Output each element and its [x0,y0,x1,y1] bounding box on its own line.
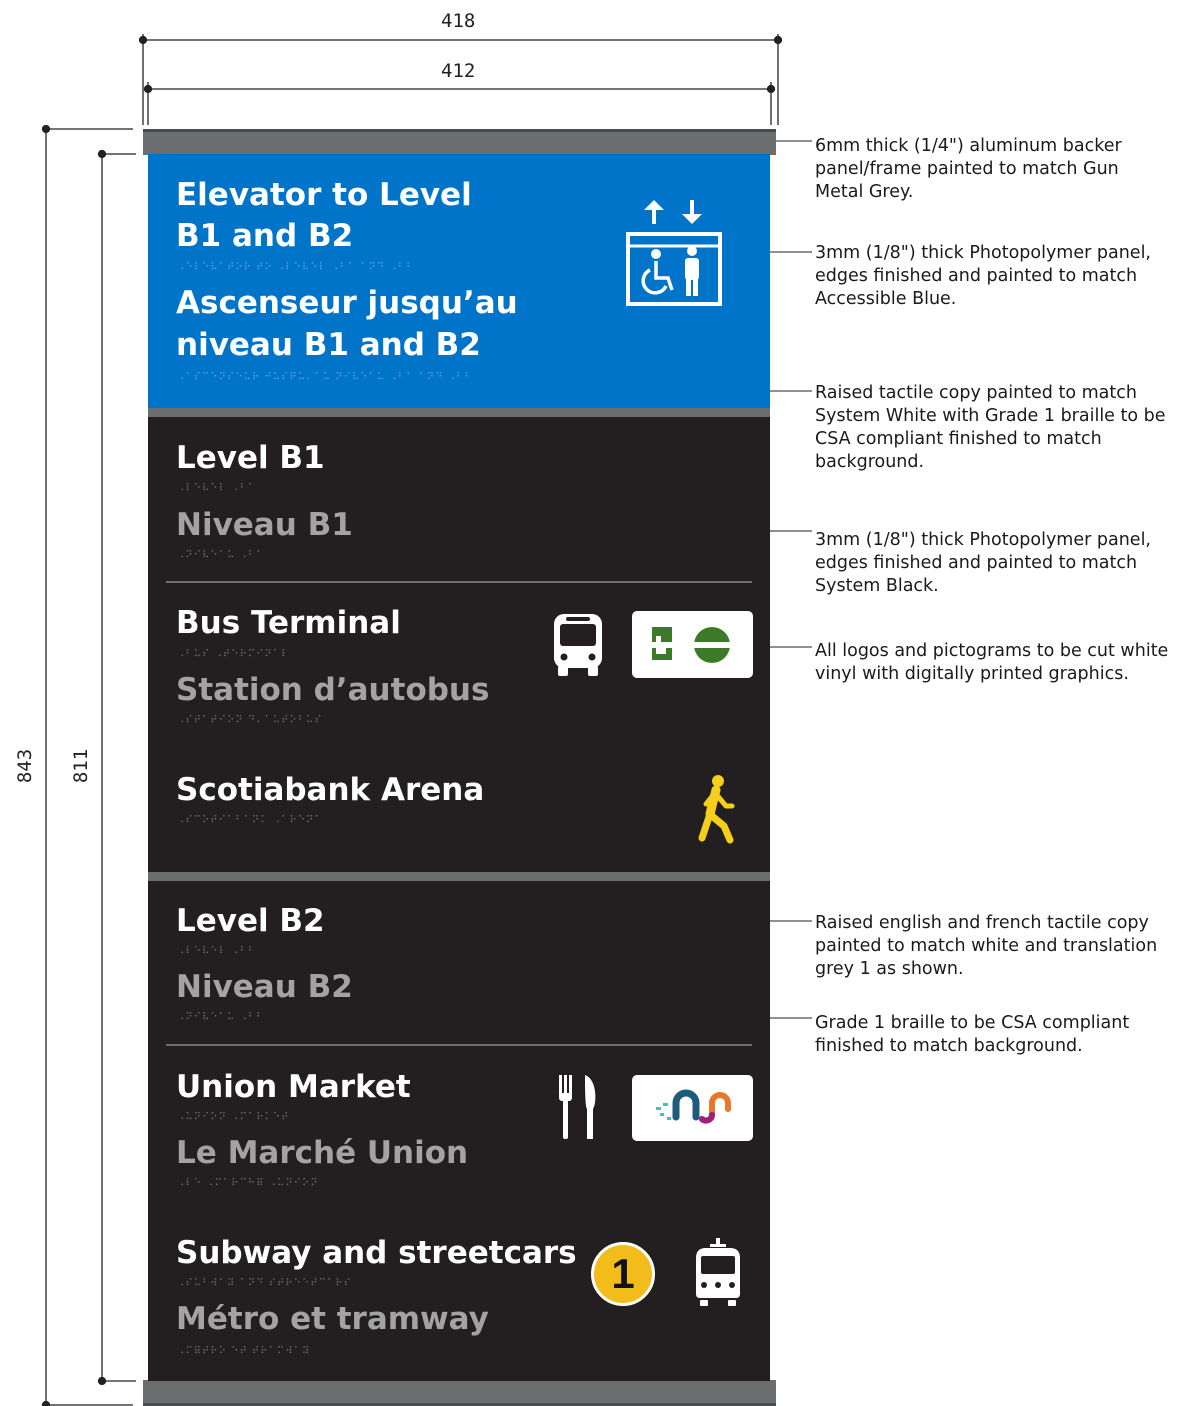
level-b1-braille-fr: ⠠⠝⠊⠧⠑⠁⠥ ⠠⠃⠁ [177,550,265,561]
bus-french: Station d’autobus [176,672,490,708]
go-transit-logo [632,611,753,678]
bus-title: Bus Terminal [176,605,401,641]
dimension-418: 418 [441,10,476,32]
note-braille: Grade 1 braille to be CSA compliant fini… [815,1013,1130,1056]
level-b1-french: Niveau B1 [176,507,353,543]
arena-braille: ⠠⠎⠉⠕⠞⠊⠁⠃⠁⠝⠅ ⠠⠁⠗⠑⠝⠁ [177,815,323,826]
note-english-french-copy: Raised english and french tactile copy p… [815,913,1158,979]
note-logos: All logos and pictograms to be cut white… [815,641,1169,684]
elevator-french-line2: niveau B1 and B2 [176,327,481,363]
bus-icon [554,614,602,676]
arena-title: Scotiabank Arena [176,772,485,808]
divider-2 [166,1044,752,1046]
level-b2-title: Level B2 [176,903,325,939]
divider-1 [166,581,752,583]
level-b2-french: Niveau B2 [176,969,353,1005]
dimension-843: 843 [14,748,37,784]
market-title: Union Market [176,1069,411,1105]
subway-braille: ⠠⠎⠥⠃⠺⠁⠽ ⠁⠝⠙ ⠎⠞⠗⠑⠑⠞⠉⠁⠗⠎ [177,1278,352,1289]
note-blue-panel: 3mm (1/8") thick Photopolymer panel, edg… [815,243,1151,309]
elevator-braille-en: ⠠⠑⠇⠑⠧⠁⠞⠕⠗ ⠞⠕ ⠠⠇⠑⠧⠑⠇ ⠠⠃⠁ ⠁⠝⠙ ⠠⠃⠃ [177,262,415,273]
backer-frame-top-edge [143,129,776,132]
level-b1-title: Level B1 [176,440,325,476]
level-b2-braille-fr: ⠠⠝⠊⠧⠑⠁⠥ ⠠⠃⠃ [177,1012,265,1023]
panel-separator-1 [148,408,770,417]
dimension-811: 811 [70,748,93,784]
elevator-french-line1: Ascenseur jusqu’au [176,285,518,321]
elevator-title-line2: B1 and B2 [176,218,354,254]
streetcar-icon [696,1238,740,1306]
elevator-title-line1: Elevator to Level [176,177,472,213]
market-braille: ⠠⠥⠝⠊⠕⠝ ⠠⠍⠁⠗⠅⠑⠞ [177,1112,290,1123]
level-b1-braille: ⠠⠇⠑⠧⠑⠇ ⠠⠃⠁ [177,483,257,494]
bus-braille: ⠠⠃⠥⠎ ⠠⠞⠑⠗⠍⠊⠝⠁⠇ [177,649,290,660]
subway-line-number: 1 [611,1250,635,1297]
subway-title: Subway and streetcars [176,1235,577,1271]
market-french: Le Marché Union [176,1135,469,1171]
note-tactile-copy: Raised tactile copy painted to match Sys… [815,383,1166,472]
pedestrian-icon [698,775,735,844]
elevator-accessible-icon [626,200,722,306]
subway-french: Métro et tramway [176,1301,489,1337]
elevator-braille-fr: ⠠⠁⠎⠉⠑⠝⠎⠑⠥⠗ ⠚⠥⠎⠟⠥⠄⠁⠥ ⠝⠊⠧⠑⠁⠥ ⠠⠃⠁ ⠁⠝⠙ ⠠⠃⠃ [177,372,473,383]
backer-frame-top [143,129,776,155]
fork-knife-icon [559,1075,596,1139]
union-market-logo [632,1075,753,1141]
panel-separator-2 [148,872,770,881]
level-b2-braille: ⠠⠇⠑⠧⠑⠇ ⠠⠃⠃ [177,946,257,957]
subway-line-1-icon: 1 [591,1242,655,1306]
market-braille-fr: ⠠⠇⠑ ⠠⠍⠁⠗⠉⠓⠿ ⠠⠥⠝⠊⠕⠝ [177,1178,319,1189]
note-black-panel: 3mm (1/8") thick Photopolymer panel, edg… [815,530,1151,596]
subway-braille-fr: ⠠⠍⠿⠞⠗⠕ ⠑⠞ ⠞⠗⠁⠍⠺⠁⠽ [177,1346,311,1357]
bus-braille-fr: ⠠⠎⠞⠁⠞⠊⠕⠝ ⠙⠄⠁⠥⠞⠕⠃⠥⠎ [177,715,323,726]
note-backer-panel: 6mm thick (1/4") aluminum backer panel/f… [815,136,1122,202]
dimension-412: 412 [441,60,476,82]
